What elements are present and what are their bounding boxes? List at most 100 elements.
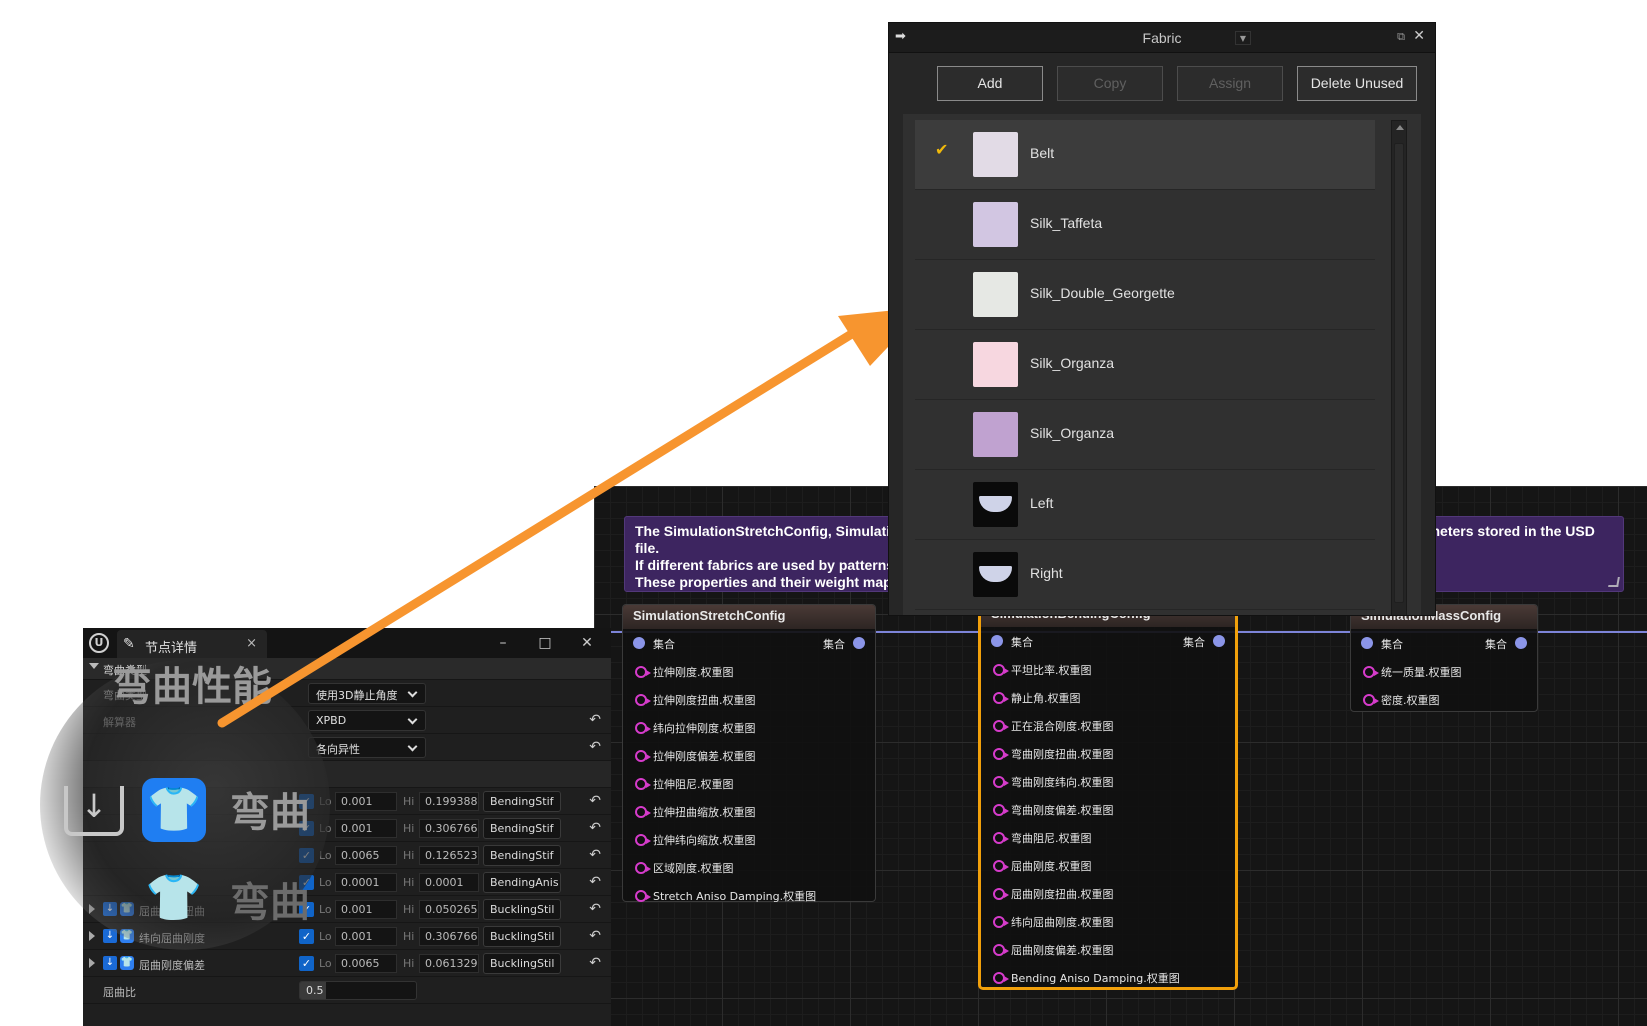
- shirt-icon[interactable]: 👕: [120, 902, 134, 916]
- input-pin[interactable]: [635, 890, 651, 902]
- fabric-list-item[interactable]: Silk_Organza: [915, 400, 1375, 470]
- override-checkbox[interactable]: ✓: [299, 902, 314, 917]
- solver-dropdown[interactable]: XPBD: [308, 710, 426, 731]
- node-simulation-mass-config[interactable]: SimulationMassConfig 集合 集合 统一质量.权重图 密度.权…: [1350, 604, 1538, 712]
- weight-map-field[interactable]: BendingStif: [483, 791, 561, 812]
- lo-input[interactable]: 0.0065: [335, 846, 397, 865]
- weight-map-field[interactable]: BendingStif: [483, 845, 561, 866]
- hi-input[interactable]: 0.306766: [419, 819, 479, 838]
- float-window-icon[interactable]: ⧉: [1397, 30, 1405, 44]
- input-pin[interactable]: [635, 694, 651, 706]
- input-pin[interactable]: [993, 944, 1009, 956]
- lo-input[interactable]: 0.001: [335, 819, 397, 838]
- input-pin[interactable]: [993, 860, 1009, 872]
- maximize-icon[interactable]: □: [531, 632, 559, 654]
- input-pin[interactable]: [635, 778, 651, 790]
- hi-input[interactable]: 0.306766: [419, 927, 479, 946]
- override-checkbox[interactable]: ✓: [299, 875, 314, 890]
- hi-input[interactable]: 0.0001: [419, 873, 479, 892]
- close-window-icon[interactable]: ✕: [573, 632, 601, 654]
- reset-icon[interactable]: ↶: [589, 847, 601, 863]
- resize-grip-icon[interactable]: [1608, 577, 1620, 587]
- lo-input[interactable]: 0.0001: [335, 873, 397, 892]
- expand-arrow-icon[interactable]: [89, 904, 95, 914]
- fabric-list-item[interactable]: ✔ Belt: [915, 120, 1375, 190]
- fabric-list-item[interactable]: Right: [915, 540, 1375, 610]
- input-pin[interactable]: [993, 888, 1009, 900]
- input-pin[interactable]: [993, 776, 1009, 788]
- bending-type-dropdown[interactable]: 使用3D静止角度: [308, 683, 426, 704]
- input-pin[interactable]: [993, 664, 1009, 676]
- exec-out-pin[interactable]: [1213, 635, 1225, 647]
- scroll-up-icon[interactable]: [1396, 125, 1404, 130]
- exec-in-pin[interactable]: [1361, 637, 1373, 649]
- input-pin[interactable]: [993, 804, 1009, 816]
- reset-icon[interactable]: ↶: [589, 901, 601, 917]
- reset-icon[interactable]: ↶: [589, 955, 601, 971]
- weight-map-field[interactable]: BendingStif: [483, 818, 561, 839]
- close-icon[interactable]: ✕: [1413, 28, 1425, 44]
- shirt-icon[interactable]: 👕: [120, 929, 134, 943]
- import-icon[interactable]: ↓: [103, 929, 117, 943]
- fabric-scrollbar[interactable]: [1391, 120, 1407, 615]
- input-pin[interactable]: [1363, 666, 1379, 678]
- override-checkbox[interactable]: ✓: [299, 821, 314, 836]
- reset-icon[interactable]: ↶: [589, 793, 601, 809]
- weight-map-field[interactable]: BucklingStil: [483, 953, 561, 974]
- input-pin[interactable]: [635, 862, 651, 874]
- weight-map-field[interactable]: BucklingStil: [483, 926, 561, 947]
- import-icon[interactable]: ↓: [103, 956, 117, 970]
- import-icon[interactable]: ↓: [103, 902, 117, 916]
- hi-input[interactable]: 0.126523: [419, 846, 479, 865]
- minimize-icon[interactable]: –: [489, 632, 517, 654]
- expand-arrow-icon[interactable]: [89, 931, 95, 941]
- reset-icon[interactable]: ↶: [589, 739, 601, 755]
- scroll-thumb[interactable]: [1394, 143, 1404, 603]
- input-pin[interactable]: [993, 832, 1009, 844]
- input-pin[interactable]: [635, 806, 651, 818]
- exec-in-pin[interactable]: [633, 637, 645, 649]
- details-tab[interactable]: ✎ 节点详情 ×: [117, 630, 267, 658]
- reset-icon[interactable]: ↶: [589, 928, 601, 944]
- override-checkbox[interactable]: ✓: [299, 848, 314, 863]
- copy-button[interactable]: Copy: [1057, 66, 1163, 101]
- exec-out-pin[interactable]: [1515, 637, 1527, 649]
- input-pin[interactable]: [993, 720, 1009, 732]
- input-pin[interactable]: [993, 916, 1009, 928]
- override-checkbox[interactable]: ✓: [299, 794, 314, 809]
- node-simulation-stretch-config[interactable]: SimulationStretchConfig 集合 集合 拉伸刚度.权重图 拉…: [622, 604, 876, 903]
- node-simulation-bending-config[interactable]: SimulationBendingConfig 集合 集合 平坦比率.权重图 静…: [978, 600, 1238, 990]
- hi-input[interactable]: 0.199388: [419, 792, 479, 811]
- exec-in-pin[interactable]: [991, 635, 1003, 647]
- fabric-list-item[interactable]: Silk_Double_Georgette: [915, 260, 1375, 330]
- dropdown-icon[interactable]: ▼: [1235, 31, 1251, 45]
- input-pin[interactable]: [993, 748, 1009, 760]
- delete-unused-button[interactable]: Delete Unused: [1297, 66, 1417, 101]
- input-pin[interactable]: [635, 666, 651, 678]
- fabric-list-item[interactable]: Silk_Organza: [915, 330, 1375, 400]
- reset-icon[interactable]: ↶: [589, 712, 601, 728]
- input-pin[interactable]: [635, 750, 651, 762]
- weight-map-field[interactable]: BucklingStil: [483, 899, 561, 920]
- fabric-list-item[interactable]: Left: [915, 470, 1375, 540]
- lo-input[interactable]: 0.0065: [335, 954, 397, 973]
- add-button[interactable]: Add: [937, 66, 1043, 101]
- weight-map-field[interactable]: BendingAnis: [483, 872, 561, 893]
- lo-input[interactable]: 0.001: [335, 927, 397, 946]
- input-pin[interactable]: [993, 972, 1009, 984]
- lo-input[interactable]: 0.001: [335, 792, 397, 811]
- shirt-icon[interactable]: 👕: [120, 956, 134, 970]
- override-checkbox[interactable]: ✓: [299, 956, 314, 971]
- hi-input[interactable]: 0.061329: [419, 954, 479, 973]
- expand-arrow-icon[interactable]: [89, 958, 95, 968]
- input-pin[interactable]: [993, 692, 1009, 704]
- override-checkbox[interactable]: ✓: [299, 929, 314, 944]
- input-pin[interactable]: [635, 722, 651, 734]
- buckling-ratio-slider[interactable]: 0.5: [299, 981, 417, 1000]
- exec-out-pin[interactable]: [853, 637, 865, 649]
- hi-input[interactable]: 0.050265: [419, 900, 479, 919]
- input-pin[interactable]: [1363, 694, 1379, 706]
- anisotropy-dropdown[interactable]: 各向异性: [308, 737, 426, 758]
- input-pin[interactable]: [635, 834, 651, 846]
- reset-icon[interactable]: ↶: [589, 874, 601, 890]
